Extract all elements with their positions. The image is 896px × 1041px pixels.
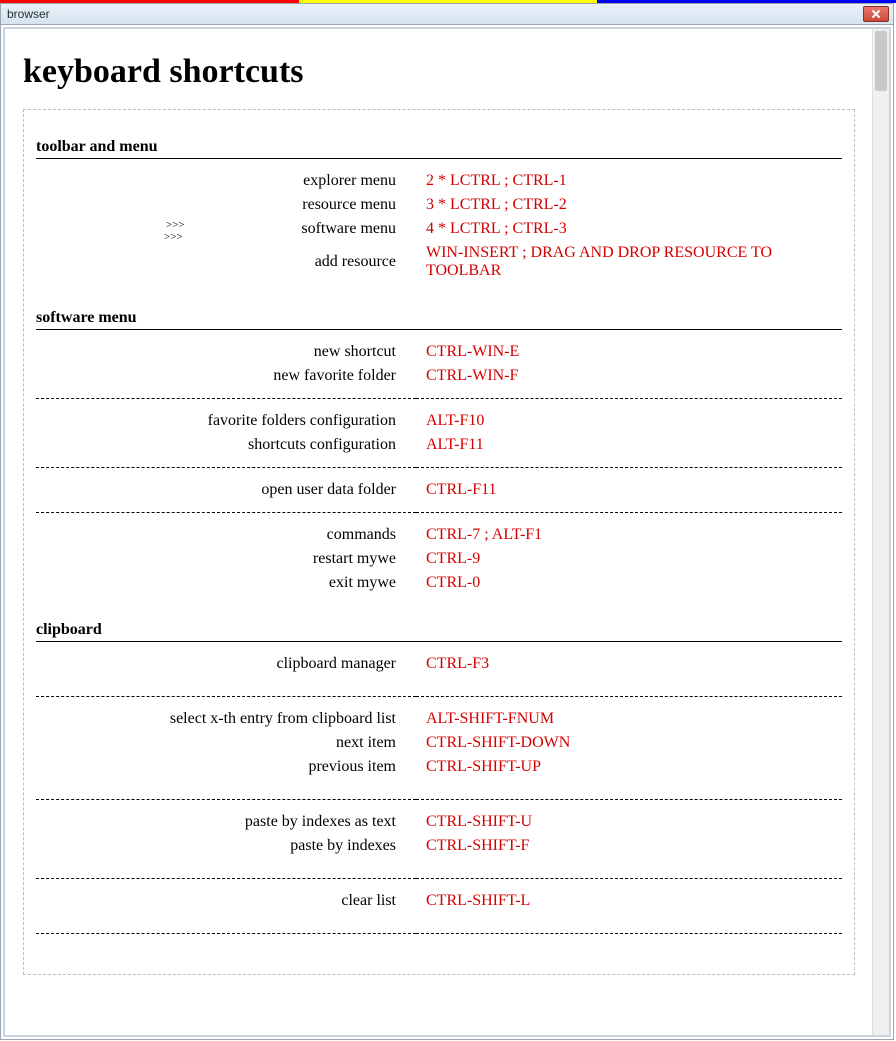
scrollbar[interactable] — [872, 29, 889, 1035]
shortcut-label: software menu>>>>>> — [36, 217, 416, 241]
shortcut-value: CTRL-7 ; ALT-F1 — [416, 523, 842, 547]
shortcut-label: select x-th entry from clipboard list — [36, 707, 416, 731]
shortcut-label: paste by indexes — [36, 834, 416, 858]
shortcut-label: shortcuts configuration — [36, 433, 416, 457]
window-title: browser — [7, 7, 50, 21]
shortcut-label: resource menu — [36, 193, 416, 217]
table-row: paste by indexesCTRL-SHIFT-F — [36, 834, 842, 858]
shortcut-value: 2 * LCTRL ; CTRL-1 — [416, 169, 842, 193]
shortcut-table: clipboard managerCTRL-F3 select x-th entr… — [36, 641, 842, 934]
shortcut-value: CTRL-SHIFT-DOWN — [416, 731, 842, 755]
shortcut-label: add resource — [36, 241, 416, 283]
table-row: new favorite folderCTRL-WIN-F — [36, 364, 842, 388]
shortcut-label: restart mywe — [36, 547, 416, 571]
table-row: commandsCTRL-7 ; ALT-F1 — [36, 523, 842, 547]
table-row: previous itemCTRL-SHIFT-UP — [36, 755, 842, 779]
shortcut-value: ALT-F11 — [416, 433, 842, 457]
shortcut-value: CTRL-WIN-E — [416, 340, 842, 364]
shortcut-value: CTRL-F11 — [416, 478, 842, 502]
section-title: clipboard — [36, 621, 842, 639]
shortcut-value: CTRL-SHIFT-L — [416, 889, 842, 913]
shortcut-value: CTRL-SHIFT-U — [416, 810, 842, 834]
shortcut-value: CTRL-SHIFT-UP — [416, 755, 842, 779]
table-row: shortcuts configurationALT-F11 — [36, 433, 842, 457]
table-row: resource menu3 * LCTRL ; CTRL-2 — [36, 193, 842, 217]
shortcut-label: clipboard manager — [36, 652, 416, 676]
table-row: clear listCTRL-SHIFT-L — [36, 889, 842, 913]
shortcut-value: ALT-F10 — [416, 409, 842, 433]
table-row: new shortcutCTRL-WIN-E — [36, 340, 842, 364]
scrollbar-thumb[interactable] — [875, 31, 887, 91]
shortcut-label: explorer menu — [36, 169, 416, 193]
table-row: software menu>>>>>>4 * LCTRL ; CTRL-3 — [36, 217, 842, 241]
shortcut-value: CTRL-0 — [416, 571, 842, 595]
table-row: open user data folderCTRL-F11 — [36, 478, 842, 502]
shortcut-label: next item — [36, 731, 416, 755]
page-title: keyboard shortcuts — [23, 53, 855, 91]
table-row: explorer menu2 * LCTRL ; CTRL-1 — [36, 169, 842, 193]
top-color-strip — [0, 0, 896, 3]
section-title: toolbar and menu — [36, 138, 842, 156]
shortcut-value: CTRL-F3 — [416, 652, 842, 676]
sections-container: toolbar and menu explorer menu2 * LCTRL ;… — [23, 109, 855, 975]
table-row: clipboard managerCTRL-F3 — [36, 652, 842, 676]
shortcut-value: ALT-SHIFT-FNUM — [416, 707, 842, 731]
client-area: keyboard shortcuts toolbar and menu explo… — [3, 27, 891, 1037]
close-icon[interactable] — [863, 6, 889, 22]
shortcut-value: CTRL-SHIFT-F — [416, 834, 842, 858]
table-row: paste by indexes as textCTRL-SHIFT-U — [36, 810, 842, 834]
marker-icon: >>> — [166, 219, 185, 231]
table-row: restart myweCTRL-9 — [36, 547, 842, 571]
table-row: favorite folders configurationALT-F10 — [36, 409, 842, 433]
content: keyboard shortcuts toolbar and menu explo… — [5, 29, 873, 1035]
shortcut-value: WIN-INSERT ; DRAG AND DROP RESOURCE TO T… — [416, 241, 842, 283]
shortcut-label: commands — [36, 523, 416, 547]
shortcut-label: clear list — [36, 889, 416, 913]
shortcut-label: previous item — [36, 755, 416, 779]
shortcut-label: new shortcut — [36, 340, 416, 364]
shortcut-label: favorite folders configuration — [36, 409, 416, 433]
shortcut-value: 4 * LCTRL ; CTRL-3 — [416, 217, 842, 241]
shortcut-table: new shortcutCTRL-WIN-Enew favorite folde… — [36, 329, 842, 605]
shortcut-label: new favorite folder — [36, 364, 416, 388]
shortcut-table: explorer menu2 * LCTRL ; CTRL-1resource … — [36, 158, 842, 293]
shortcut-value: 3 * LCTRL ; CTRL-2 — [416, 193, 842, 217]
table-row: exit myweCTRL-0 — [36, 571, 842, 595]
table-row: select x-th entry from clipboard listALT… — [36, 707, 842, 731]
shortcut-value: CTRL-WIN-F — [416, 364, 842, 388]
section-title: software menu — [36, 309, 842, 327]
window: browser keyboard shortcuts toolbar and m… — [0, 3, 894, 1040]
shortcut-label: open user data folder — [36, 478, 416, 502]
shortcut-label: paste by indexes as text — [36, 810, 416, 834]
table-row: next itemCTRL-SHIFT-DOWN — [36, 731, 842, 755]
table-row: add resourceWIN-INSERT ; DRAG AND DROP R… — [36, 241, 842, 283]
titlebar: browser — [1, 4, 893, 25]
shortcut-value: CTRL-9 — [416, 547, 842, 571]
shortcut-label: exit mywe — [36, 571, 416, 595]
